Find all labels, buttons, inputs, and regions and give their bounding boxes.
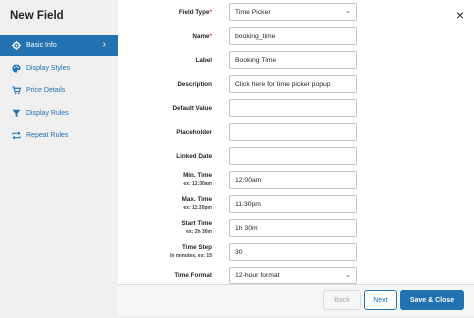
max-time-row: Max. Time ex: 11:30pm 11:30pm	[118, 195, 474, 217]
description-input[interactable]: Click here for time picker popup	[229, 75, 357, 93]
time-step-value: 30	[235, 248, 243, 256]
max-time-value: 11:30pm	[235, 200, 261, 208]
time-format-label: Time Format	[174, 272, 212, 279]
start-time-hint: ex: 2h 30m	[186, 229, 212, 235]
placeholder-input[interactable]	[229, 123, 357, 141]
sidebar-item-price-details[interactable]: Price Details	[0, 80, 118, 101]
time-format-value: 12-hour format	[235, 272, 280, 279]
sidebar-nav: Basic Info › Display Styles Price Detail…	[0, 35, 118, 148]
chevron-down-icon: ⌄	[345, 8, 351, 15]
save-and-close-button[interactable]: Save & Close	[400, 290, 464, 310]
min-time-hint: ex: 12:30am	[183, 181, 212, 187]
chevron-down-icon: ⌄	[345, 272, 351, 279]
new-field-modal: New Field Basic Info › Display Styles Pr…	[0, 0, 474, 316]
start-time-value: 1h 30m	[235, 224, 258, 232]
min-time-input[interactable]: 12:00am	[229, 171, 357, 189]
sidebar-item-label: Repeat Rules	[26, 132, 69, 139]
max-time-label: Max. Time	[181, 196, 212, 203]
time-format-select[interactable]: 12-hour format ⌄	[229, 267, 357, 284]
name-input[interactable]: booking_time	[229, 27, 357, 45]
next-button[interactable]: Next	[364, 290, 397, 310]
palette-icon	[12, 63, 21, 73]
start-time-input[interactable]: 1h 30m	[229, 219, 357, 237]
min-time-label: Min. Time	[183, 172, 212, 179]
repeat-icon	[12, 131, 21, 140]
sidebar-item-display-rules[interactable]: Display Rules	[0, 103, 118, 124]
linked-date-row: Linked Date	[118, 147, 474, 169]
default-value-label: Default Value	[172, 105, 212, 112]
max-time-hint: ex: 11:30pm	[183, 205, 212, 211]
sidebar-item-label: Price Details	[26, 87, 66, 94]
start-time-row: Start Time ex: 2h 30m 1h 30m	[118, 219, 474, 241]
time-step-input[interactable]: 30	[229, 243, 357, 261]
gear-icon	[12, 41, 21, 50]
chevron-right-icon: ›	[102, 39, 106, 50]
modal-footer: Back Next Save & Close	[118, 284, 474, 316]
field-type-label: Field Type*	[178, 9, 212, 16]
sidebar-item-repeat-rules[interactable]: Repeat Rules	[0, 125, 118, 146]
field-type-value: Time Picker	[235, 8, 271, 16]
description-value: Click here for time picker popup	[235, 80, 331, 88]
time-step-row: Time Step In minutes, ex: 15 30	[118, 243, 474, 265]
linked-date-label: Linked Date	[176, 153, 212, 160]
max-time-input[interactable]: 11:30pm	[229, 195, 357, 213]
sidebar-item-label: Basic Info	[26, 42, 57, 49]
label-value: Booking Time	[235, 56, 277, 64]
modal-title: New Field	[10, 10, 64, 22]
description-label: Description	[177, 81, 212, 88]
placeholder-row: Placeholder	[118, 123, 474, 145]
back-button[interactable]: Back	[323, 290, 361, 310]
sidebar-item-label: Display Styles	[26, 64, 70, 72]
name-row: Name* booking_time	[118, 27, 474, 49]
sidebar-item-label: Display Rules	[26, 109, 69, 117]
sidebar-item-basic-info[interactable]: Basic Info ›	[0, 35, 118, 56]
form-panel: Field Type* Time Picker ⌄ Name* booking_…	[118, 0, 474, 316]
sidebar-item-display-styles[interactable]: Display Styles	[0, 58, 118, 79]
time-step-hint: In minutes, ex: 15	[170, 253, 212, 259]
min-time-row: Min. Time ex: 12:30am 12:00am	[118, 171, 474, 193]
name-value: booking_time	[235, 32, 276, 40]
default-value-input[interactable]	[229, 99, 357, 117]
field-type-select[interactable]: Time Picker ⌄	[229, 3, 357, 21]
cart-icon	[12, 86, 21, 95]
field-type-row: Field Type* Time Picker ⌄	[118, 3, 474, 25]
name-label: Name*	[192, 33, 212, 40]
close-icon[interactable]: ×	[456, 8, 464, 22]
label-input[interactable]: Booking Time	[229, 51, 357, 69]
start-time-label: Start Time	[181, 220, 212, 227]
min-time-value: 12:00am	[235, 176, 262, 184]
sidebar: New Field Basic Info › Display Styles Pr…	[0, 0, 118, 316]
default-value-row: Default Value	[118, 99, 474, 121]
label-label: Label	[195, 57, 212, 64]
label-row: Label Booking Time	[118, 51, 474, 73]
linked-date-input[interactable]	[229, 147, 357, 165]
time-step-label: Time Step	[182, 244, 212, 251]
placeholder-label: Placeholder	[176, 129, 212, 136]
filter-icon	[12, 109, 21, 118]
description-row: Description Click here for time picker p…	[118, 75, 474, 97]
